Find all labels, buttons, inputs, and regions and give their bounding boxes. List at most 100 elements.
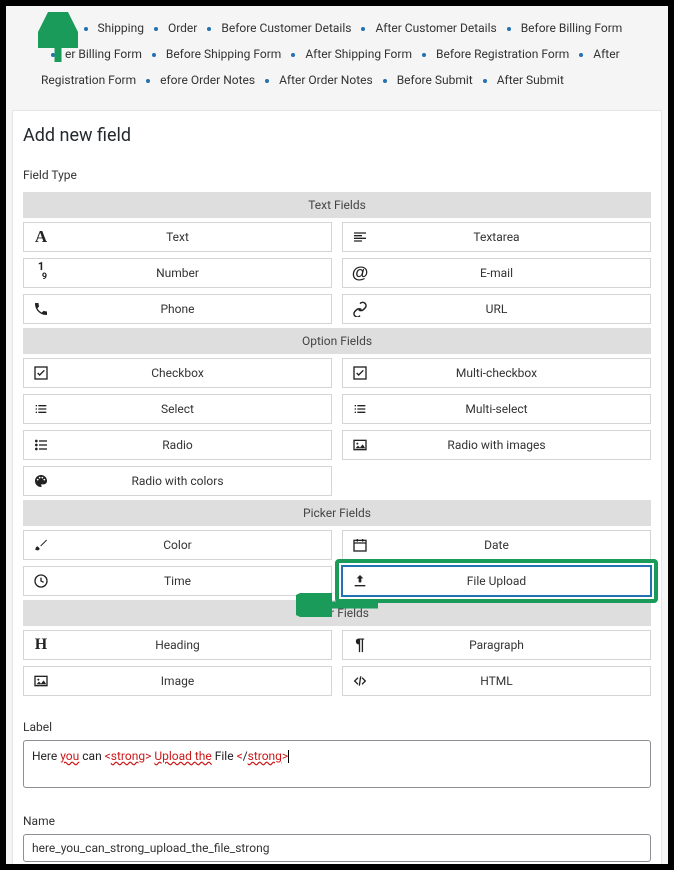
- radiocolor-icon: [24, 473, 58, 489]
- field-type-date[interactable]: Date: [342, 530, 651, 560]
- tab-order[interactable]: Order: [168, 21, 197, 35]
- category-grid: HHeading ¶Paragraph Image HTML: [23, 630, 651, 696]
- field-type-label: Text: [58, 230, 331, 244]
- field-type-label: Time: [58, 574, 331, 588]
- field-type-textarea[interactable]: Textarea: [342, 222, 651, 252]
- field-type-radioimg[interactable]: Radio with images: [342, 430, 651, 460]
- tab-separator: [579, 53, 583, 57]
- image-icon: [24, 673, 58, 689]
- tab-before-shipping-form[interactable]: Before Shipping Form: [166, 47, 281, 61]
- field-type-label: Radio with colors: [58, 474, 331, 488]
- color-icon: [24, 537, 58, 553]
- add-field-panel: Add new field Field Type Text FieldsATex…: [12, 110, 662, 864]
- tab-before-submit[interactable]: Before Submit: [397, 73, 473, 87]
- field-type-label: HTML: [377, 674, 650, 688]
- field-type-fileupload[interactable]: File Upload: [342, 566, 651, 596]
- field-type-label: Heading: [58, 638, 331, 652]
- tab-separator: [51, 53, 55, 57]
- tab-before-customer-details[interactable]: Before Customer Details: [221, 21, 351, 35]
- tab-after-shipping-form[interactable]: After Shipping Form: [305, 47, 412, 61]
- field-type-paragraph[interactable]: ¶Paragraph: [342, 630, 651, 660]
- tab-separator: [383, 79, 387, 83]
- panel-title: Add new field: [13, 111, 661, 160]
- label-section-title: Label: [23, 712, 651, 740]
- paragraph-icon: ¶: [343, 635, 377, 655]
- tab-after-order-notes[interactable]: After Order Notes: [279, 73, 373, 87]
- field-type-label: File Upload: [377, 574, 650, 588]
- tab-before-billing-form[interactable]: Before Billing Form: [521, 21, 623, 35]
- field-type-label: Checkbox: [58, 366, 331, 380]
- field-type-heading[interactable]: HHeading: [23, 630, 332, 660]
- radioimg-icon: [343, 437, 377, 453]
- tab-billing[interactable]: Billing: [41, 21, 74, 35]
- field-type-label: Color: [58, 538, 331, 552]
- field-type-label: Date: [377, 538, 650, 552]
- field-type-radiocolor[interactable]: Radio with colors: [23, 466, 332, 496]
- tab-separator: [483, 79, 487, 83]
- field-type-label: Multi-checkbox: [377, 366, 650, 380]
- field-type-label: Number: [58, 266, 331, 280]
- number-icon: 19: [24, 260, 58, 286]
- field-type-radio[interactable]: Radio: [23, 430, 332, 460]
- category-grid: AText Textarea 19Number @E-mail Phone URL: [23, 222, 651, 324]
- tab-separator: [265, 79, 269, 83]
- tab-separator: [154, 27, 158, 31]
- category-header-other-fields: Other Fields: [23, 600, 651, 626]
- field-type-label: Image: [58, 674, 331, 688]
- category-header-picker-fields: Picker Fields: [23, 500, 651, 526]
- label-input-content: Here you can <strong> Upload the File </…: [32, 747, 642, 765]
- checkbox-icon: [24, 365, 58, 381]
- tab-separator: [361, 27, 365, 31]
- field-type-select[interactable]: Select: [23, 394, 332, 424]
- tab-separator: [207, 27, 211, 31]
- field-type-phone[interactable]: Phone: [23, 294, 332, 324]
- category-header-text-fields: Text Fields: [23, 192, 651, 218]
- category-grid: Checkbox Multi-checkbox Select Multi-select…: [23, 358, 651, 496]
- text-icon: A: [24, 227, 58, 247]
- field-type-html[interactable]: HTML: [342, 666, 651, 696]
- field-type-label: Multi-select: [377, 402, 650, 416]
- field-type-label: Radio with images: [377, 438, 650, 452]
- field-type-label: Phone: [58, 302, 331, 316]
- field-type-label: Paragraph: [377, 638, 650, 652]
- field-type-text[interactable]: AText: [23, 222, 332, 252]
- date-icon: [343, 537, 377, 553]
- name-section-title: Name: [23, 806, 651, 834]
- tab-er-billing-form[interactable]: er Billing Form: [65, 47, 142, 61]
- label-input[interactable]: Here you can <strong> Upload the File </…: [23, 740, 651, 788]
- tab-shipping[interactable]: Shipping: [98, 21, 144, 35]
- field-type-label: URL: [377, 302, 650, 316]
- field-type-label: Radio: [58, 438, 331, 452]
- field-type-number[interactable]: 19Number: [23, 258, 332, 288]
- field-type-email[interactable]: @E-mail: [342, 258, 651, 288]
- tab-efore-order-notes[interactable]: efore Order Notes: [160, 73, 255, 87]
- tab-separator: [507, 27, 511, 31]
- field-type-multiselect[interactable]: Multi-select: [342, 394, 651, 424]
- name-input[interactable]: [23, 834, 651, 862]
- url-icon: [343, 301, 377, 317]
- field-type-multicheckbox[interactable]: Multi-checkbox: [342, 358, 651, 388]
- field-type-time[interactable]: Time: [23, 566, 332, 596]
- tab-separator: [146, 79, 150, 83]
- field-type-checkbox[interactable]: Checkbox: [23, 358, 332, 388]
- text-cursor: [288, 750, 289, 763]
- field-type-label: Field Type: [23, 160, 651, 188]
- field-type-url[interactable]: URL: [342, 294, 651, 324]
- tab-separator: [84, 27, 88, 31]
- field-type-color[interactable]: Color: [23, 530, 332, 560]
- category-grid: Color Date Time File Upload: [23, 530, 651, 596]
- multiselect-icon: [343, 401, 377, 417]
- field-type-label: Textarea: [377, 230, 650, 244]
- field-type-label: Select: [58, 402, 331, 416]
- tab-after-submit[interactable]: After Submit: [497, 73, 564, 87]
- tab-before-registration-form[interactable]: Before Registration Form: [436, 47, 569, 61]
- tab-bar: Billing Shipping Order Before Customer Deta…: [6, 6, 668, 104]
- tab-separator: [291, 53, 295, 57]
- phone-icon: [24, 301, 58, 317]
- tab-after-customer-details[interactable]: After Customer Details: [375, 21, 496, 35]
- radio-icon: [24, 437, 58, 453]
- field-type-image[interactable]: Image: [23, 666, 332, 696]
- app-window: Billing Shipping Order Before Customer Deta…: [6, 6, 668, 864]
- textarea-icon: [343, 229, 377, 245]
- fileupload-icon: [343, 573, 377, 589]
